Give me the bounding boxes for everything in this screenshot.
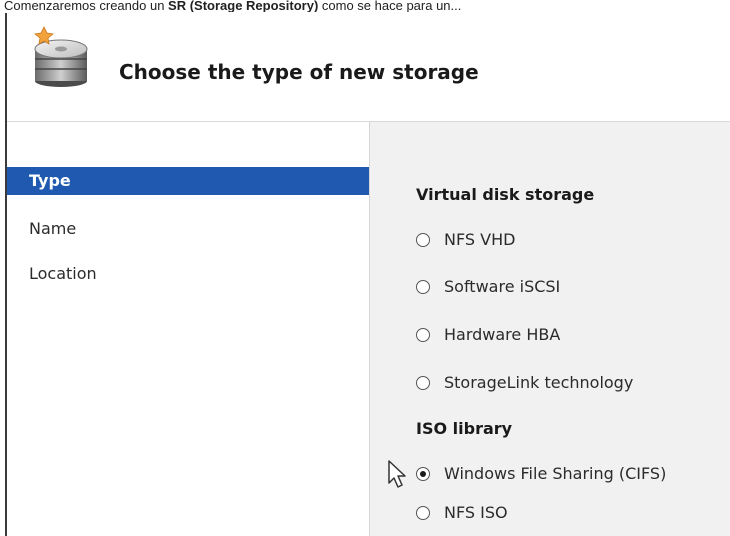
dialog-header: Choose the type of new storage bbox=[7, 13, 730, 121]
dialog-title: Choose the type of new storage bbox=[119, 60, 479, 84]
nav-item-type[interactable]: Type bbox=[7, 167, 369, 195]
iso-library-heading: ISO library bbox=[416, 419, 513, 438]
radio-button[interactable] bbox=[416, 328, 430, 342]
radio-button[interactable] bbox=[416, 506, 430, 520]
storage-disk-icon bbox=[34, 26, 88, 87]
radio-label: Hardware HBA bbox=[444, 325, 561, 344]
radio-label: StorageLink technology bbox=[444, 373, 634, 392]
radio-button[interactable] bbox=[416, 280, 430, 294]
radio-label: Windows File Sharing (CIFS) bbox=[444, 464, 667, 483]
radio-button[interactable] bbox=[416, 233, 430, 247]
radio-label: NFS ISO bbox=[444, 503, 508, 522]
radio-label: NFS VHD bbox=[444, 230, 516, 249]
radio-dot bbox=[420, 471, 426, 477]
radio-button[interactable] bbox=[416, 376, 430, 390]
wizard-steps-nav: Type Name Location bbox=[7, 122, 370, 536]
caption-text: Comenzaremos creando un SR (Storage Repo… bbox=[4, 0, 462, 12]
nav-item-location[interactable]: Location bbox=[7, 260, 369, 288]
mouse-pointer-icon bbox=[388, 460, 406, 488]
storage-type-panel: Virtual disk storage NFS VHD Software iS… bbox=[370, 122, 730, 536]
nav-item-name[interactable]: Name bbox=[7, 215, 369, 243]
virtual-disk-heading: Virtual disk storage bbox=[416, 185, 595, 204]
radio-label: Software iSCSI bbox=[444, 277, 561, 296]
new-storage-dialog: Choose the type of new storage Type Name… bbox=[5, 13, 730, 536]
radio-button-checked[interactable] bbox=[416, 467, 430, 481]
